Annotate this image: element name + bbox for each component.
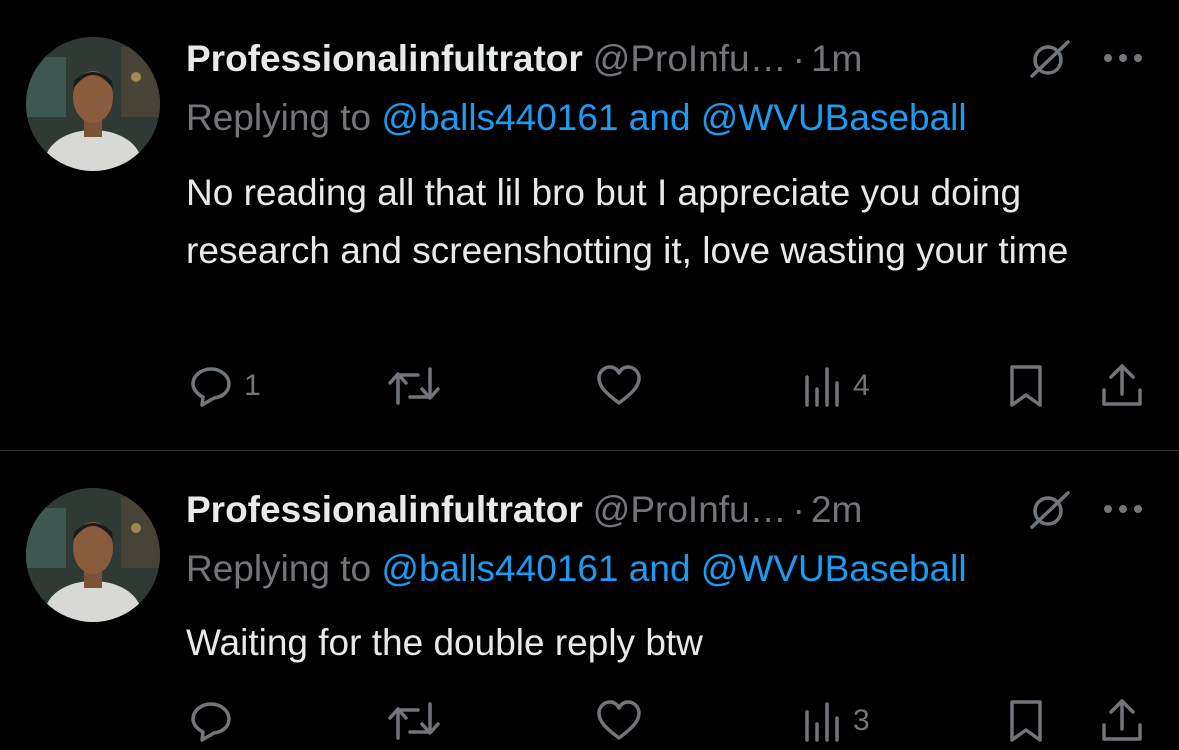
more-icon[interactable]: [1100, 48, 1146, 68]
like-button[interactable]: [595, 696, 653, 746]
separator-dot: ·: [792, 38, 805, 79]
views-button[interactable]: 3: [803, 696, 870, 746]
like-icon: [597, 700, 641, 740]
tweet-divider: [0, 450, 1179, 451]
bookmark-icon: [1010, 700, 1042, 742]
retweet-icon: [388, 367, 440, 405]
like-button[interactable]: [595, 361, 653, 411]
tweet-1[interactable]: Professionalinfultrator @ProInfu… · 1m Repl…: [0, 0, 1179, 450]
views-icon: [805, 702, 839, 742]
tweet-actions: 3: [0, 696, 1179, 746]
share-icon: [1102, 364, 1142, 406]
views-icon: [805, 367, 839, 407]
tweet-actions: 1 4: [0, 361, 1179, 411]
share-icon: [1102, 699, 1142, 741]
more-icon[interactable]: [1100, 499, 1146, 519]
bookmark-button[interactable]: [1006, 696, 1046, 746]
replying-to-line: Replying to @balls440161 and @WVUBasebal…: [186, 544, 967, 594]
user-handle[interactable]: @ProInfu…: [593, 38, 787, 79]
timestamp[interactable]: 1m: [811, 38, 862, 79]
replying-to-mentions[interactable]: @balls440161 and @WVUBaseball: [381, 97, 966, 138]
replying-to-line: Replying to @balls440161 and @WVUBasebal…: [186, 93, 967, 143]
replying-to-label: Replying to: [186, 548, 372, 589]
avatar[interactable]: [26, 37, 160, 171]
retweet-button[interactable]: [386, 696, 452, 746]
retweet-button[interactable]: [386, 361, 452, 411]
replying-to-label: Replying to: [186, 97, 372, 138]
reply-button[interactable]: [188, 696, 244, 746]
grok-icon[interactable]: [1024, 485, 1074, 535]
tweet-text: Waiting for the double reply btw: [186, 622, 703, 663]
reply-icon: [191, 702, 231, 742]
reply-button[interactable]: 1: [188, 361, 261, 411]
share-button[interactable]: [1099, 696, 1145, 746]
reply-icon: [191, 367, 231, 407]
tweet-text: No reading all that lil bro but I apprec…: [186, 172, 1069, 271]
grok-icon[interactable]: [1024, 34, 1074, 84]
bookmark-button[interactable]: [1006, 361, 1046, 411]
view-count: 3: [853, 704, 870, 737]
timestamp[interactable]: 2m: [811, 489, 862, 530]
tweet-header: Professionalinfultrator @ProInfu… · 2m: [186, 485, 1146, 535]
bookmark-icon: [1010, 365, 1042, 407]
avatar[interactable]: [26, 488, 160, 622]
retweet-icon: [388, 702, 440, 740]
replying-to-mentions[interactable]: @balls440161 and @WVUBaseball: [381, 548, 966, 589]
separator-dot: ·: [792, 489, 805, 530]
view-count: 4: [853, 369, 870, 402]
tweet-header: Professionalinfultrator @ProInfu… · 1m: [186, 34, 1146, 84]
display-name[interactable]: Professionalinfultrator: [186, 489, 583, 530]
display-name[interactable]: Professionalinfultrator: [186, 38, 583, 79]
like-icon: [597, 365, 641, 405]
views-button[interactable]: 4: [803, 361, 870, 411]
reply-count: 1: [244, 369, 261, 402]
user-handle[interactable]: @ProInfu…: [593, 489, 787, 530]
share-button[interactable]: [1099, 361, 1145, 411]
